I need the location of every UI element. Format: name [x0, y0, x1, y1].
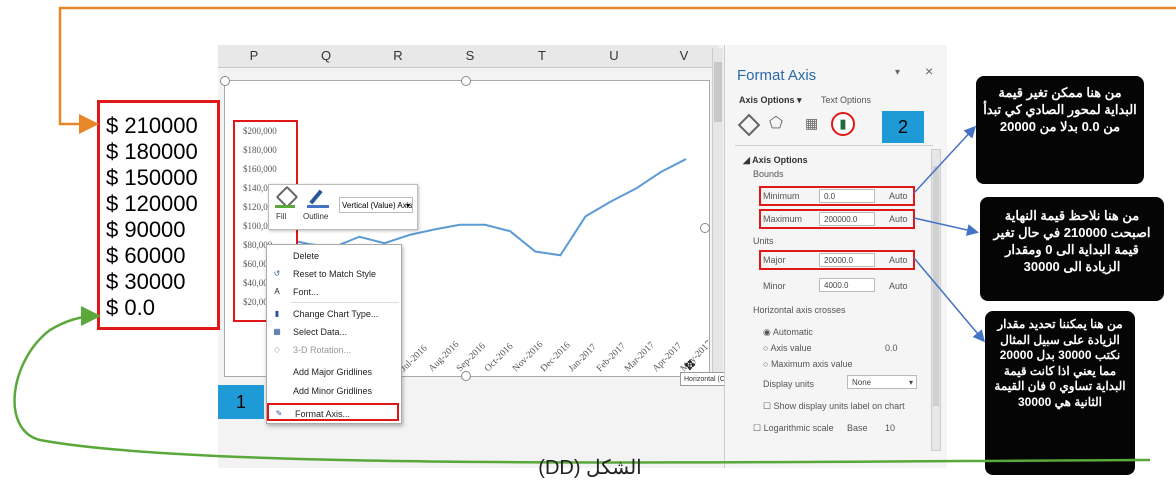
arrow-maximum [913, 217, 979, 236]
arrow-major [913, 257, 985, 343]
arrow-minimum [913, 125, 977, 194]
orange-connector [58, 6, 1176, 134]
green-connector [13, 306, 1151, 464]
figure-caption: الشكل (DD) [538, 457, 642, 479]
annotation-arrows [13, 6, 1176, 464]
